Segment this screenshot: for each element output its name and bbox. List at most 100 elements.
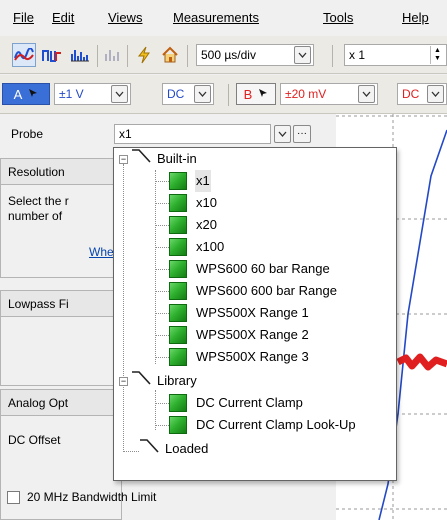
bandwidth-limit-label: 20 MHz Bandwidth Limit: [27, 490, 157, 504]
probe-icon: [169, 304, 187, 322]
probe-item-label: x20: [196, 217, 217, 232]
probe-list-item[interactable]: DC Current Clamp: [169, 392, 304, 414]
menu-tools[interactable]: Tools: [323, 10, 353, 26]
lowpass-group: Lowpass Fi: [0, 290, 122, 386]
tree-node-loaded[interactable]: Loaded: [131, 438, 208, 460]
channel-a-label: A: [13, 86, 23, 102]
serial-decode-icon[interactable]: [101, 43, 125, 67]
tree-line: [155, 291, 169, 292]
resolution-group: Resolution Select the r number of Whe: [0, 158, 122, 278]
tree-line: [155, 225, 169, 226]
menu-edit[interactable]: Edit: [52, 10, 74, 26]
cursor-arrow-icon: [258, 87, 268, 101]
toolbar-separator: [97, 45, 98, 67]
cursor-arrow-icon: [28, 87, 38, 101]
tree-line: [155, 313, 169, 314]
probe-icon: [169, 172, 187, 190]
probe-list-item[interactable]: x10: [169, 192, 218, 214]
tree-line: [155, 269, 169, 270]
channel-b-trace: [396, 353, 447, 371]
probe-item-label: x1: [195, 170, 211, 192]
channel-toolbar: A ±1 V DC B ±20 mV DC: [0, 75, 447, 114]
tree-node-builtin[interactable]: − Built-in: [119, 148, 197, 170]
channel-a-coupling-select[interactable]: DC: [162, 83, 214, 105]
chevron-down-icon[interactable]: [427, 85, 444, 103]
collapse-icon[interactable]: −: [119, 154, 128, 164]
menu-measurements[interactable]: Measurements: [173, 10, 259, 26]
channel-a-range-select[interactable]: ±1 V: [54, 83, 131, 105]
channel-a-coupling-value: DC: [167, 87, 185, 101]
probe-folder-icon: [131, 370, 151, 392]
probe-icon: [169, 216, 187, 234]
spin-icon[interactable]: ▲ ▼: [430, 46, 444, 64]
toolbar-separator: [127, 45, 128, 67]
scope-mode-icon[interactable]: [12, 43, 36, 67]
probe-icon: [169, 238, 187, 256]
probe-list-item[interactable]: x1: [169, 170, 211, 192]
persistence-mode-icon[interactable]: [40, 43, 64, 67]
spectrum-mode-icon[interactable]: [68, 43, 92, 67]
tree-node-builtin-label: Built-in: [157, 151, 197, 166]
tree-line: [155, 335, 169, 336]
menu-file[interactable]: File: [13, 10, 34, 26]
probe-icon: [169, 194, 187, 212]
probe-list-item[interactable]: WPS500X Range 2: [169, 324, 310, 346]
probe-list-item[interactable]: WPS500X Range 3: [169, 346, 310, 368]
channel-b-range-select[interactable]: ±20 mV: [280, 83, 378, 105]
toolbar-separator: [332, 45, 333, 67]
channel-b-coupling-select[interactable]: DC: [397, 83, 447, 105]
toolbar-separator: [228, 84, 229, 106]
probe-icon: [169, 416, 187, 434]
channel-b-button[interactable]: B: [236, 83, 276, 105]
probe-list-item[interactable]: DC Current Clamp Look-Up: [169, 414, 357, 436]
chevron-down-icon[interactable]: [111, 85, 128, 103]
bandwidth-limit-option[interactable]: 20 MHz Bandwidth Limit: [7, 490, 156, 504]
collapse-icon[interactable]: −: [119, 376, 128, 386]
probe-list-item[interactable]: WPS600 600 bar Range: [169, 280, 338, 302]
resolution-help-link[interactable]: Whe: [89, 245, 114, 259]
tree-line: [155, 403, 169, 404]
probe-item-label: WPS600 60 bar Range: [196, 261, 330, 276]
tree-line: [123, 164, 124, 450]
probe-item-label: WPS600 600 bar Range: [196, 283, 337, 298]
probe-item-label: WPS500X Range 1: [196, 305, 309, 320]
zoom-stepper[interactable]: x 1 ▲ ▼: [344, 44, 447, 66]
trigger-lightning-icon[interactable]: [132, 43, 156, 67]
probe-list-item[interactable]: WPS500X Range 1: [169, 302, 310, 324]
probe-item-label: WPS500X Range 2: [196, 327, 309, 342]
chevron-down-icon[interactable]: [294, 46, 311, 64]
menu-views[interactable]: Views: [108, 10, 142, 26]
bandwidth-limit-checkbox[interactable]: [7, 490, 20, 504]
main-toolbar: 500 µs/div x 1 ▲ ▼: [0, 36, 447, 74]
tree-line: [155, 247, 169, 248]
probe-icon: [169, 260, 187, 278]
probe-more-button[interactable]: ···: [293, 125, 311, 143]
probe-select[interactable]: x1: [114, 124, 271, 144]
lowpass-title: Lowpass Fi: [8, 297, 69, 311]
menu-bar: File Edit Views Measurements Tools Help: [0, 0, 447, 36]
channel-a-button[interactable]: A: [2, 83, 50, 105]
chevron-down-icon[interactable]: [194, 85, 211, 103]
probe-label: Probe: [11, 127, 44, 141]
probe-list-item[interactable]: x20: [169, 214, 218, 236]
chevron-down-icon[interactable]: [358, 85, 375, 103]
probe-list-item[interactable]: WPS600 60 bar Range: [169, 258, 331, 280]
probe-item-label: x10: [196, 195, 217, 210]
menu-help[interactable]: Help: [402, 10, 429, 26]
timebase-value: 500 µs/div: [201, 48, 256, 62]
probe-tree-dropdown[interactable]: − Built-in − Library Loaded x1 x10 x20 x100…: [113, 147, 397, 481]
probe-icon: [169, 348, 187, 366]
resolution-text-line-1: Select the r: [8, 194, 69, 208]
toolbar-separator: [187, 45, 188, 67]
tree-node-library[interactable]: − Library: [119, 370, 197, 392]
probe-select-value: x1: [119, 127, 132, 141]
probe-folder-icon: [139, 438, 159, 460]
zoom-value: x 1: [349, 48, 366, 62]
probe-item-label: DC Current Clamp Look-Up: [196, 417, 356, 432]
channel-b-range-value: ±20 mV: [285, 87, 327, 101]
channel-b-coupling-value: DC: [402, 87, 420, 101]
probe-list-item[interactable]: x100: [169, 236, 225, 258]
chevron-down-icon[interactable]: [274, 125, 291, 143]
timebase-select[interactable]: 500 µs/div: [196, 44, 314, 66]
home-icon[interactable]: [158, 43, 182, 67]
